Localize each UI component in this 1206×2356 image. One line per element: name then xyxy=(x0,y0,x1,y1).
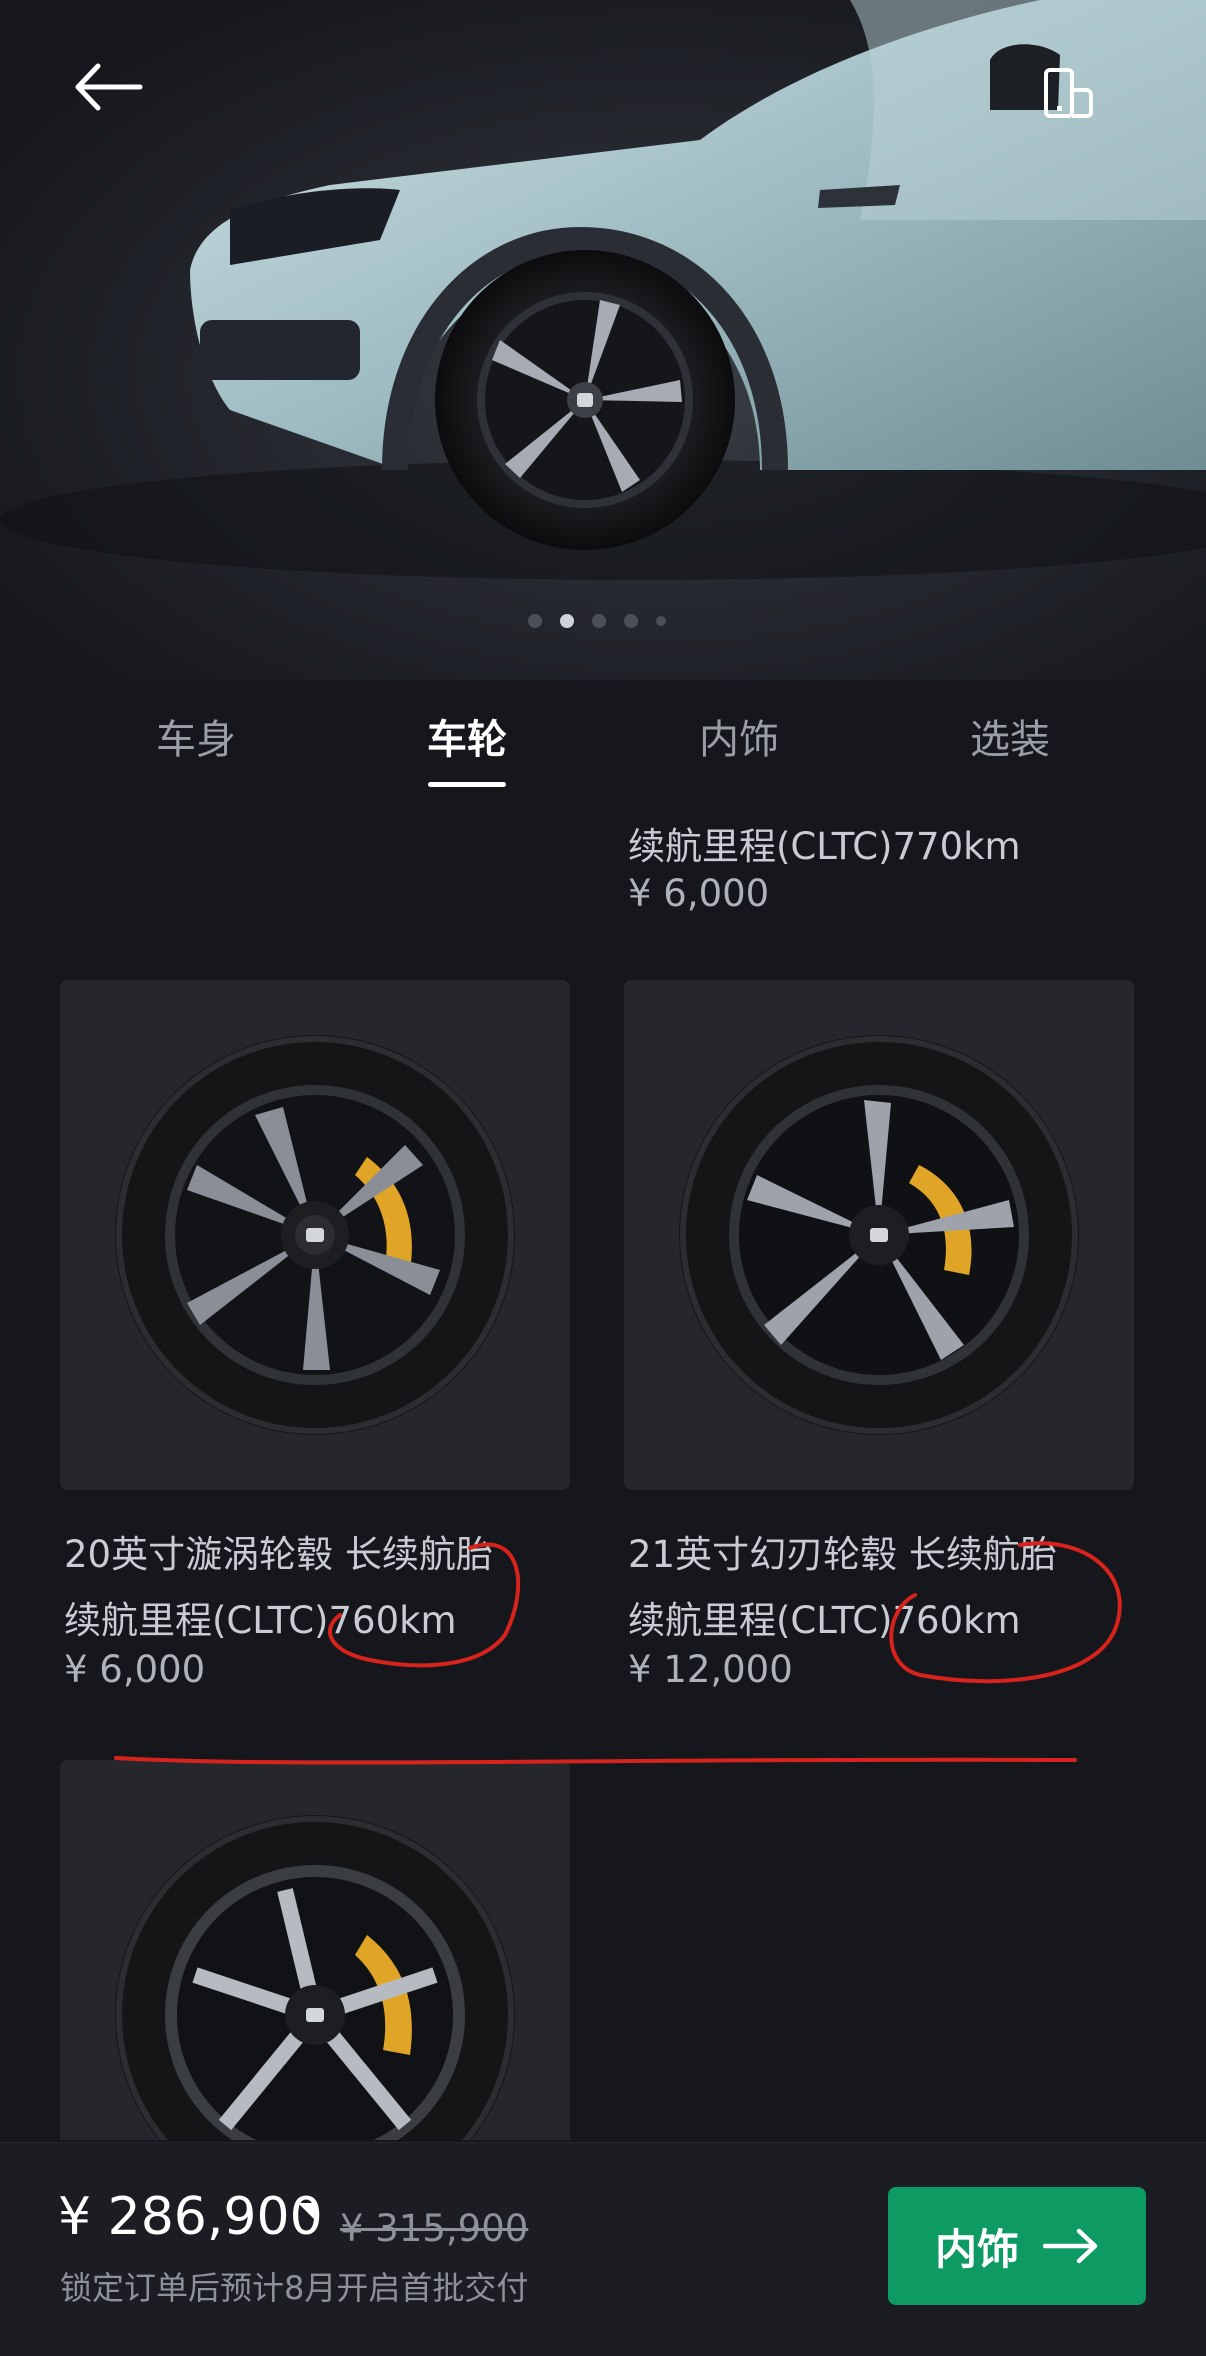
tab-wheels[interactable]: 车轮 xyxy=(377,700,557,810)
price-info-marker-icon[interactable] xyxy=(296,2201,316,2221)
carousel-indicator xyxy=(528,614,666,628)
back-button[interactable] xyxy=(72,62,168,146)
next-step-label: 内饰 xyxy=(934,2224,1019,2274)
carousel-dot[interactable] xyxy=(592,614,606,628)
wheel-20in-name: 20英寸漩涡轮毂 长续航胎 xyxy=(64,1533,493,1576)
phone-rotate-icon xyxy=(1044,68,1093,118)
carousel-dot-active[interactable] xyxy=(560,614,574,628)
wheel-20in-image xyxy=(115,1035,515,1435)
wheel-card-20in[interactable] xyxy=(60,980,570,1490)
carousel-dot[interactable] xyxy=(624,614,638,628)
tab-wheels-label: 车轮 xyxy=(427,717,507,763)
next-step-button[interactable]: 内饰 xyxy=(888,2187,1146,2305)
arrow-right-icon xyxy=(1043,2228,1098,2264)
view-mode-button[interactable] xyxy=(1040,66,1130,150)
wheel-21in-name: 21英寸幻刃轮毂 长续航胎 xyxy=(628,1533,1057,1576)
tab-interior[interactable]: 内饰 xyxy=(649,700,829,810)
delivery-note: 锁定订单后预计8月开启首批交付 xyxy=(60,2269,529,2307)
wheel-21in-price: ¥ 12,000 xyxy=(628,1648,793,1691)
carousel-dot[interactable] xyxy=(528,614,542,628)
current-price: ¥ 286,900 xyxy=(58,2187,323,2247)
car-hero-image xyxy=(0,0,1206,680)
price-summary-bar: ¥ 286,900 ¥ 315,900 锁定订单后预计8月开启首批交付 内饰 xyxy=(0,2142,1206,2356)
active-tab-underline xyxy=(428,782,506,787)
prev-option-range: 续航里程(CLTC)770km xyxy=(628,825,1021,868)
carousel-dot[interactable] xyxy=(656,616,666,626)
prev-option-price: ¥ 6,000 xyxy=(628,872,770,915)
original-price: ¥ 315,900 xyxy=(340,2207,529,2250)
wheel-20in-range: 续航里程(CLTC)760km xyxy=(64,1599,457,1642)
car-front-illustration xyxy=(0,0,1206,580)
wheel-third-image xyxy=(115,1815,515,2140)
wheel-21in-image xyxy=(679,1035,1079,1435)
tab-body[interactable]: 车身 xyxy=(106,700,286,810)
wheel-21in-range: 续航里程(CLTC)760km xyxy=(628,1599,1021,1642)
arrow-left-icon xyxy=(75,63,143,111)
wheel-card-third[interactable] xyxy=(60,1760,570,2140)
wheel-config-page: 车身 车轮 内饰 选装 续航里程(CLTC)770km ¥ 6,000 20英寸… xyxy=(0,0,1206,2356)
wheel-20in-price: ¥ 6,000 xyxy=(64,1648,206,1691)
config-tabs: 车身 车轮 内饰 选装 xyxy=(0,700,1206,810)
wheel-options-list: 续航里程(CLTC)770km ¥ 6,000 20英寸漩涡轮毂 长续航胎 续航… xyxy=(0,810,1206,2140)
tab-options[interactable]: 选装 xyxy=(920,700,1100,810)
wheel-card-21in[interactable] xyxy=(624,980,1134,1490)
